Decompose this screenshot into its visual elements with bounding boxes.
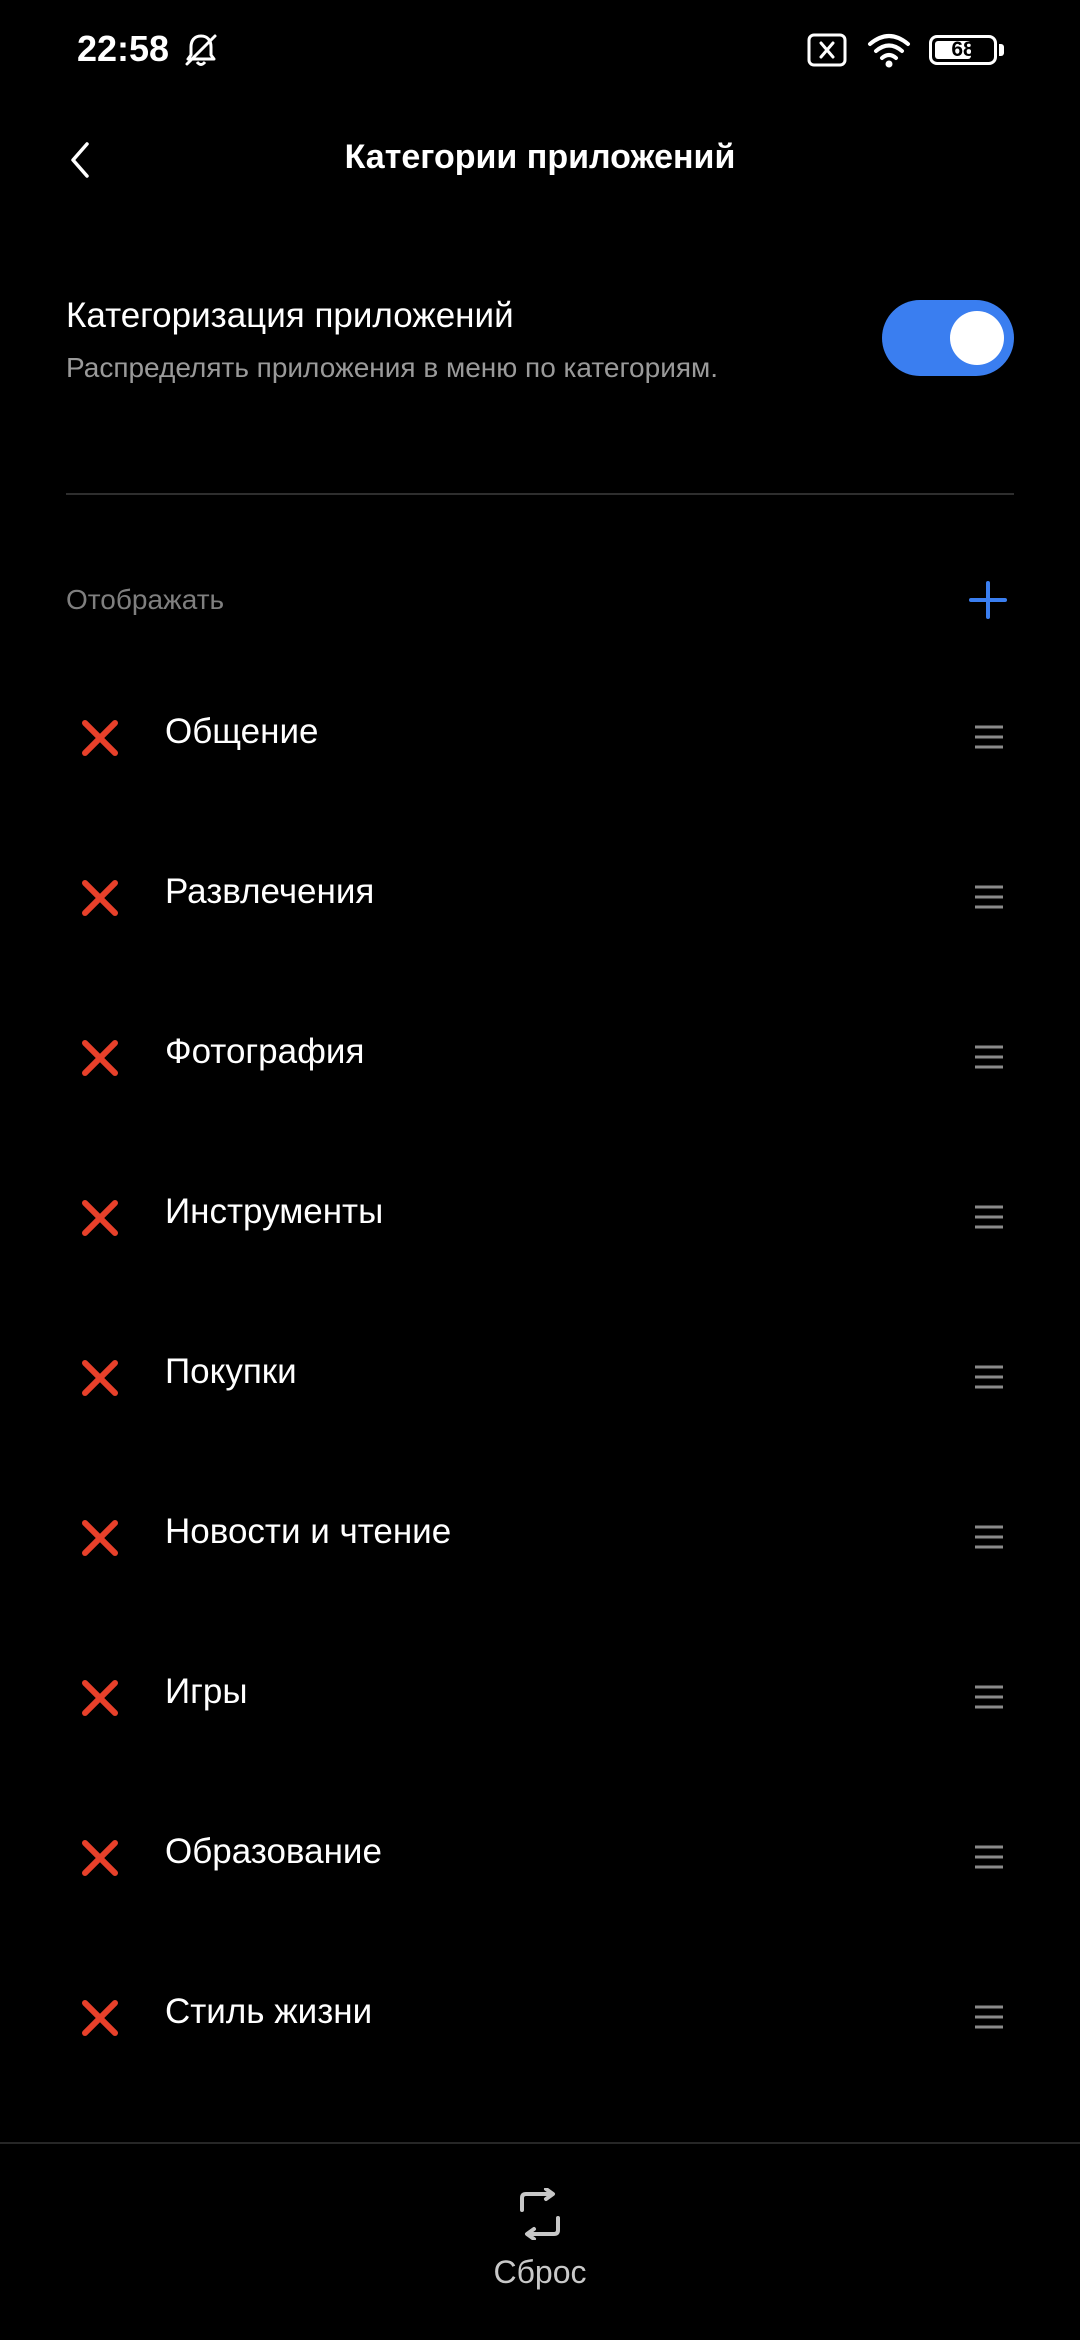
bottom-divider	[0, 2142, 1080, 2144]
category-label: Фотография	[165, 1032, 365, 1071]
toggle-knob	[950, 311, 1004, 365]
category-item[interactable]: Фотография	[0, 990, 1080, 1150]
remove-category-button[interactable]	[80, 1198, 120, 1238]
wifi-icon	[868, 34, 910, 68]
category-item[interactable]: Развлечения	[0, 830, 1080, 990]
reset-icon	[520, 2188, 560, 2240]
category-item[interactable]: Образование	[0, 1790, 1080, 1950]
divider	[66, 493, 1014, 495]
section-label: Отображать	[66, 584, 225, 615]
page-title: Категории приложений	[344, 138, 736, 176]
remove-category-button[interactable]	[80, 878, 120, 918]
category-label: Развлечения	[165, 872, 375, 911]
category-item[interactable]: Новости и чтение	[0, 1470, 1080, 1630]
status-icons: 68	[807, 30, 1004, 70]
app-header: Категории приложений	[0, 110, 1080, 210]
category-label: Образование	[165, 1832, 382, 1871]
drag-handle-icon[interactable]	[974, 1042, 1004, 1072]
drag-handle-icon[interactable]	[974, 1682, 1004, 1712]
remove-category-button[interactable]	[80, 1518, 120, 1558]
reset-label: Сброс	[493, 2254, 587, 2290]
status-bar: 22:58 68	[0, 0, 1080, 100]
reset-button[interactable]: Сброс	[440, 2180, 640, 2320]
category-label: Стиль жизни	[165, 1992, 373, 2031]
category-item[interactable]: Стиль жизни	[0, 1950, 1080, 2110]
status-time: 22:58	[77, 28, 170, 69]
drag-handle-icon[interactable]	[974, 722, 1004, 752]
drag-handle-icon[interactable]	[974, 1842, 1004, 1872]
categorization-toggle[interactable]	[882, 300, 1014, 376]
drag-handle-icon[interactable]	[974, 882, 1004, 912]
remove-category-button[interactable]	[80, 1998, 120, 2038]
remove-category-button[interactable]	[80, 1358, 120, 1398]
battery-tip	[999, 44, 1004, 56]
drag-handle-icon[interactable]	[974, 1362, 1004, 1392]
bell-off-icon	[185, 34, 217, 66]
battery-icon: 68	[929, 35, 997, 65]
remove-category-button[interactable]	[80, 1038, 120, 1078]
category-item[interactable]: Игры	[0, 1630, 1080, 1790]
sim-off-icon	[807, 33, 847, 67]
drag-handle-icon[interactable]	[974, 2002, 1004, 2032]
category-item[interactable]: Покупки	[0, 1310, 1080, 1470]
category-list: Общение Развлечения Фотография Инструменты П…	[0, 670, 1080, 2110]
battery-level: 68	[951, 38, 975, 61]
display-section-header: Отображать	[66, 570, 1014, 630]
category-item[interactable]: Общение	[0, 670, 1080, 830]
drag-handle-icon[interactable]	[974, 1522, 1004, 1552]
add-category-button[interactable]	[968, 580, 1008, 620]
remove-category-button[interactable]	[80, 1838, 120, 1878]
categorization-title: Категоризация приложений	[66, 296, 514, 335]
remove-category-button[interactable]	[80, 1678, 120, 1718]
category-label: Покупки	[165, 1352, 297, 1391]
category-label: Игры	[165, 1672, 248, 1711]
category-label: Новости и чтение	[165, 1512, 452, 1551]
drag-handle-icon[interactable]	[974, 1202, 1004, 1232]
category-label: Инструменты	[165, 1192, 384, 1231]
category-item[interactable]: Инструменты	[0, 1150, 1080, 1310]
categorization-description: Распределять приложения в меню по катего…	[66, 352, 719, 383]
category-label: Общение	[165, 712, 319, 751]
categorization-row[interactable]: Категоризация приложений Распределять пр…	[66, 280, 1014, 420]
remove-category-button[interactable]	[80, 718, 120, 758]
